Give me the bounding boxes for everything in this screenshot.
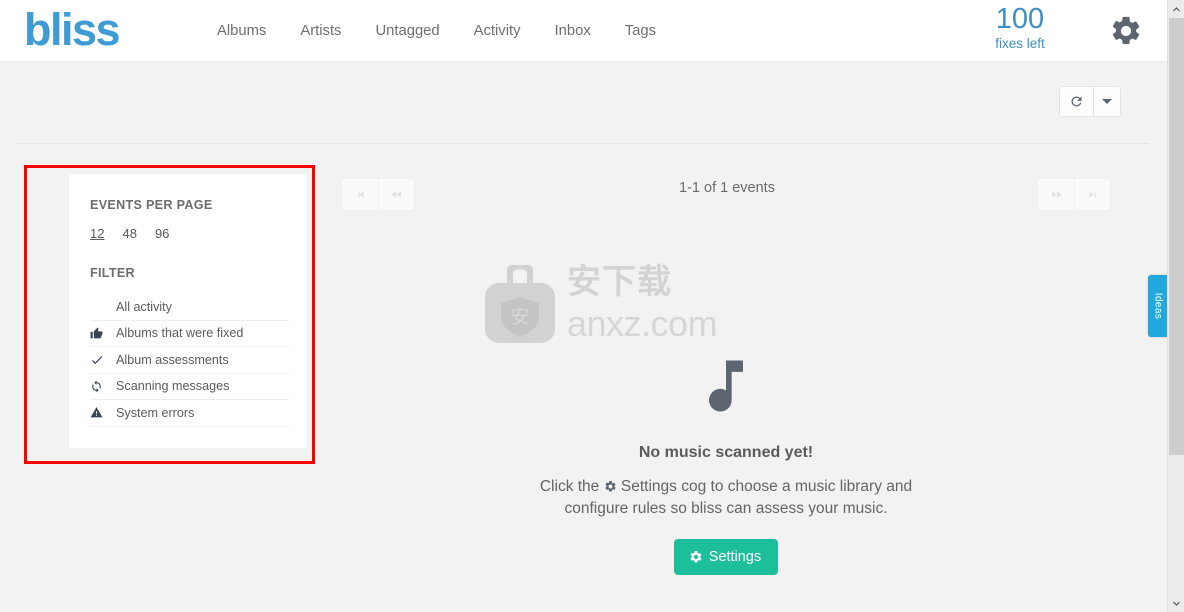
- watermark-cn-text: 安下载: [567, 263, 672, 301]
- sync-icon: [90, 380, 116, 393]
- filter-label: System errors: [116, 405, 195, 420]
- skip-to-last-icon: [1089, 191, 1096, 198]
- nav-item-inbox[interactable]: Inbox: [538, 0, 608, 62]
- empty-desc-part-2: Settings cog to choose a music library a…: [564, 478, 913, 517]
- music-note-icon: [709, 360, 743, 412]
- nav-item-albums[interactable]: Albums: [200, 0, 283, 62]
- nav-item-activity[interactable]: Activity: [457, 0, 538, 62]
- filter-item-scanning-messages[interactable]: Scanning messages: [90, 374, 289, 400]
- toolbar-row: [0, 62, 1167, 144]
- filter-item-all-activity[interactable]: All activity: [90, 294, 289, 321]
- pagination-last-button[interactable]: [1074, 178, 1111, 211]
- pagination-left-group: [341, 178, 415, 211]
- nav-item-artists[interactable]: Artists: [283, 0, 358, 62]
- filters-sidebar-card: EVENTS PER PAGE 12 48 96 FILTER All acti…: [68, 173, 308, 449]
- empty-desc-part-1: Click the: [539, 478, 604, 495]
- check-icon: [90, 353, 116, 367]
- filter-item-albums-fixed[interactable]: Albums that were fixed: [90, 321, 289, 347]
- content-divider: [18, 143, 1149, 144]
- events-per-page-heading: EVENTS PER PAGE: [90, 198, 213, 212]
- filter-item-album-assessments[interactable]: Album assessments: [90, 347, 289, 374]
- empty-state-title: No music scanned yet!: [638, 444, 814, 461]
- pagination-previous-button[interactable]: [378, 178, 415, 211]
- fixes-count: 100: [995, 3, 1045, 35]
- filter-list: All activity Albums that were fixed Albu…: [90, 294, 289, 427]
- per-page-option-12[interactable]: 12: [90, 226, 104, 241]
- fixes-label: fixes left: [995, 36, 1045, 51]
- site-watermark: 安 安下载 anxz.com: [483, 259, 718, 351]
- svg-text:安: 安: [510, 306, 529, 328]
- scroll-up-arrow-icon[interactable]: [1168, 0, 1184, 18]
- pagination-right-group: [1037, 178, 1111, 211]
- watermark-domain-text: anxz.com: [567, 303, 718, 344]
- pagination-first-button[interactable]: [341, 178, 378, 211]
- thumbs-up-icon: [90, 327, 116, 340]
- pagination-next-button[interactable]: [1037, 178, 1074, 211]
- filter-label: All activity: [116, 299, 172, 314]
- per-page-option-48[interactable]: 48: [122, 226, 136, 241]
- settings-button[interactable]: Settings: [673, 539, 779, 575]
- filter-label: Albums that were fixed: [116, 326, 244, 341]
- nav-item-untagged[interactable]: Untagged: [358, 0, 456, 62]
- settings-button-label: Settings: [708, 549, 762, 565]
- filter-label: Album assessments: [116, 352, 229, 367]
- events-count-label: 1-1 of 1 events: [679, 180, 775, 196]
- filter-heading: FILTER: [90, 266, 135, 280]
- scrollbar-thumb[interactable]: [1169, 18, 1184, 455]
- brand-logo[interactable]: bliss: [24, 4, 121, 56]
- skip-to-first-icon: [357, 191, 364, 198]
- settings-gear-icon: [690, 551, 702, 563]
- empty-state-description: Click the Settings cog to choose a music…: [516, 476, 936, 520]
- ideas-tab-label: Ideas: [1152, 292, 1163, 320]
- scroll-down-arrow-icon[interactable]: [1168, 594, 1184, 612]
- watermark-bag-icon: 安: [485, 265, 555, 343]
- inline-gear-icon: [605, 481, 616, 492]
- app-root: bliss Albums Artists Untagged Activity I…: [0, 0, 1184, 612]
- events-per-page-options: 12 48 96: [90, 226, 289, 241]
- gear-icon[interactable]: [1109, 14, 1143, 48]
- filter-item-system-errors[interactable]: System errors: [90, 400, 289, 427]
- main-navigation: Albums Artists Untagged Activity Inbox T…: [200, 0, 673, 62]
- ideas-feedback-tab[interactable]: Ideas: [1148, 275, 1167, 337]
- previous-icon: [391, 191, 401, 198]
- next-icon: [1051, 191, 1062, 198]
- page-scrollbar[interactable]: [1167, 0, 1184, 612]
- refresh-icon: [1071, 96, 1082, 107]
- fixes-left-indicator[interactable]: 100 fixes left: [965, 0, 1075, 52]
- refresh-button[interactable]: [1059, 86, 1093, 117]
- nav-item-tags[interactable]: Tags: [608, 0, 673, 62]
- refresh-button-group: [1059, 86, 1121, 117]
- top-navbar: bliss Albums Artists Untagged Activity I…: [0, 0, 1167, 62]
- filter-label: Scanning messages: [116, 379, 230, 394]
- per-page-option-96[interactable]: 96: [155, 226, 169, 241]
- refresh-dropdown-button[interactable]: [1093, 86, 1121, 117]
- caret-down-icon: [1102, 99, 1112, 104]
- empty-state: No music scanned yet! Click the Settings…: [340, 352, 1112, 575]
- warning-triangle-icon: [90, 406, 116, 419]
